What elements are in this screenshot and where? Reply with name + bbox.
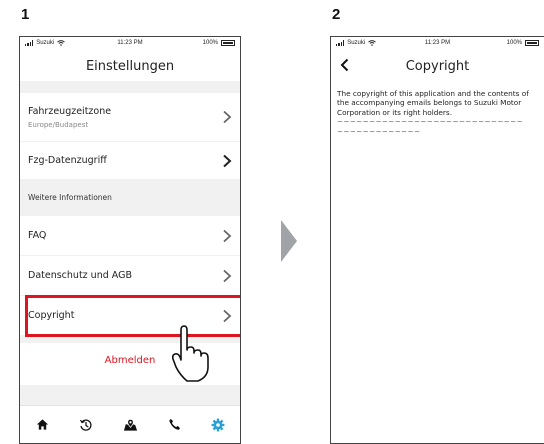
chevron-right-icon	[223, 154, 232, 167]
back-chevron-icon[interactable]	[337, 57, 353, 73]
settings-icon[interactable]	[209, 416, 227, 434]
battery: 100%	[507, 40, 539, 46]
row-value: Europe/Budapest	[28, 120, 89, 129]
copyright-content: The copyright of this application and th…	[331, 81, 544, 136]
row-label: Datenschutz und AGB	[28, 270, 132, 281]
battery-percent: 100%	[506, 40, 522, 46]
row-faq[interactable]: FAQ	[20, 216, 240, 255]
page-title: Copyright	[405, 58, 470, 74]
row-label: Fzg-Datenzugriff	[28, 155, 107, 166]
tilde-line: ~~~~~~~~~~~~~	[337, 126, 421, 136]
page-title: Einstellungen	[85, 58, 175, 74]
nav-bar: Copyright	[331, 51, 544, 81]
chevron-right-icon	[223, 229, 232, 242]
tilde-line: ~~~~~~~~~~~~~~~~~~~~~~~~~~~~~	[337, 117, 524, 127]
nav-bar: Einstellungen	[20, 51, 240, 81]
battery-icon	[221, 40, 235, 46]
settings-screen: Suzuki 11:23 PM 100% Einstellungen Fahrz…	[19, 36, 241, 444]
home-icon[interactable]	[33, 416, 51, 434]
chevron-right-icon	[223, 110, 232, 124]
step-number-2: 2	[332, 6, 341, 23]
map-icon[interactable]	[121, 416, 139, 434]
phone-icon[interactable]	[165, 416, 183, 434]
history-icon[interactable]	[77, 416, 95, 434]
section-header: Weitere Informationen	[28, 193, 112, 202]
battery-icon	[525, 40, 539, 46]
battery-percent: 100%	[202, 40, 218, 46]
row-fzg-datenzugriff[interactable]: Fzg-Datenzugriff	[20, 142, 240, 179]
pointing-hand-icon	[172, 325, 209, 382]
row-fahrzeugzeitzone[interactable]: Fahrzeugzeitzone Europe/Budapest	[20, 93, 240, 141]
status-bar: Suzuki 11:23 PM 100%	[20, 37, 240, 51]
step-number-1: 1	[21, 6, 30, 23]
tab-bar	[20, 405, 240, 443]
logout-label: Abmelden	[104, 355, 156, 366]
chevron-right-icon	[223, 269, 232, 282]
row-datenschutz[interactable]: Datenschutz und AGB	[20, 256, 240, 295]
row-label: Fahrzeugzeitzone	[28, 105, 112, 117]
row-label: FAQ	[28, 230, 47, 241]
battery: 100%	[203, 40, 235, 46]
status-bar: Suzuki 11:23 PM 100%	[331, 37, 544, 51]
copyright-screen: Suzuki 11:23 PM 100% Copyright The copyr…	[330, 36, 544, 444]
copyright-text: The copyright of this application and th…	[337, 89, 529, 117]
next-step-arrow-icon	[281, 220, 297, 262]
